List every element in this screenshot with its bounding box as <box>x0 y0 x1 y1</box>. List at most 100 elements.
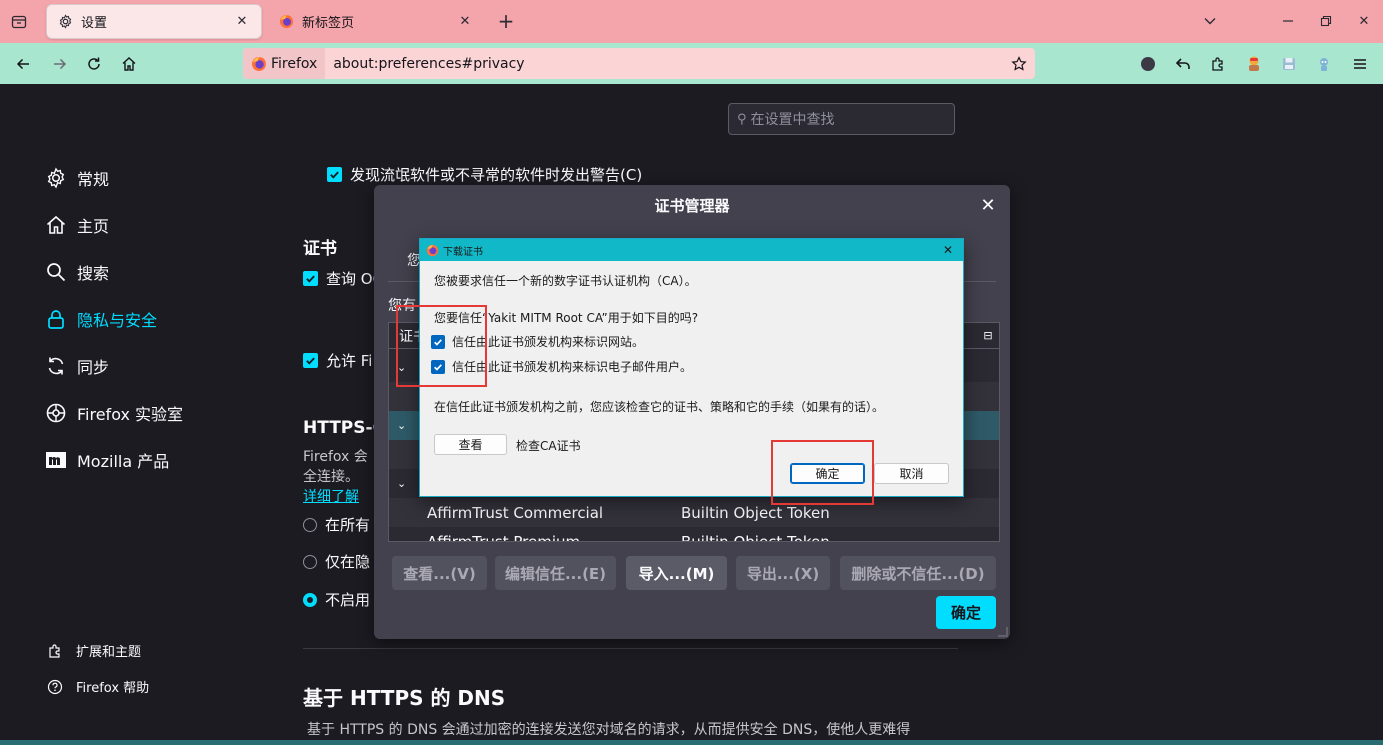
firefox-icon <box>252 56 266 71</box>
examine-ca-label: 检查CA证书 <box>516 439 581 453</box>
dns-over-https-heading: 基于 HTTPS 的 DNS <box>303 686 506 710</box>
close-button[interactable]: ✕ <box>939 241 957 259</box>
sidebar-footer-label: Firefox 帮助 <box>76 681 150 696</box>
tab-title: 新标签页 <box>302 16 355 31</box>
export-button[interactable]: 导出...(X) <box>736 556 830 590</box>
https-off-radio[interactable]: 不启用 <box>303 589 370 610</box>
firefox-icon <box>426 244 439 256</box>
https-description-line1: Firefox 会 <box>303 449 368 465</box>
warn-unwanted-software-checkbox[interactable]: 发现流氓软件或不寻常的软件时发出警告(C) <box>327 164 642 185</box>
minimize-icon <box>1283 20 1293 22</box>
checkmark-icon <box>327 167 342 182</box>
sidebar-item-mozilla[interactable]: Mozilla 产品 <box>45 447 169 473</box>
sidebar-item-label: Mozilla 产品 <box>77 452 170 471</box>
column-picker-icon[interactable]: ⊟ <box>981 328 995 342</box>
https-description-line2: 全连接。 <box>303 469 359 485</box>
forward-button[interactable] <box>46 50 74 78</box>
table-row[interactable]: AffirmTrust Commercial Builtin Object To… <box>389 498 999 527</box>
close-icon[interactable]: ✕ <box>233 13 251 31</box>
firefox-view-icon <box>11 15 27 29</box>
account-icon <box>1141 57 1155 71</box>
sidebar-item-privacy[interactable]: 隐私与安全 <box>45 306 157 332</box>
sidebar-item-label: 常规 <box>77 170 110 189</box>
table-row[interactable]: AffirmTrust Premium Builtin Object Token <box>389 527 999 542</box>
https-private-only-radio[interactable]: 仅在隐 <box>303 551 370 572</box>
reload-button[interactable] <box>80 50 108 78</box>
save-extension-button[interactable] <box>1275 50 1303 78</box>
query-ocsp-checkbox[interactable]: 查询 OC <box>303 268 383 289</box>
close-icon: ✕ <box>980 194 996 216</box>
checkbox-label: 允许 Fi <box>326 352 373 370</box>
chevron-down-icon[interactable]: ⌄ <box>397 477 411 490</box>
tab-settings[interactable]: 设置 ✕ <box>46 4 262 39</box>
undo-close-button[interactable] <box>1169 50 1197 78</box>
delete-distrust-button[interactable]: 删除或不信任...(D) <box>840 556 996 590</box>
tab-title: 设置 <box>81 16 108 31</box>
robot-extension-button[interactable] <box>1310 50 1338 78</box>
download-certificate-dialog: 下载证书 ✕ 您被要求信任一个新的数字证书认证机构（CA）。 您要信任“Yaki… <box>419 238 964 497</box>
sidebar-item-general[interactable]: 常规 <box>45 165 109 191</box>
dialog-title: 下载证书 <box>443 246 483 258</box>
cancel-button[interactable]: 取消 <box>874 463 949 484</box>
taskbar-edge <box>0 740 1383 745</box>
annotation-box-checkboxes <box>396 305 487 387</box>
security-device: Builtin Object Token <box>681 503 830 522</box>
identity-label: Firefox <box>271 55 318 72</box>
app-menu-button[interactable] <box>1346 50 1374 78</box>
tab-new-tab[interactable]: 新标签页 ✕ <box>268 4 484 39</box>
ok-button[interactable]: 确定 <box>936 596 996 629</box>
allow-firefox-checkbox[interactable]: 允许 Fi <box>303 350 372 371</box>
sidebar-footer-help[interactable]: Firefox 帮助 <box>47 677 149 696</box>
home-icon <box>122 57 136 71</box>
home-button[interactable] <box>115 50 143 78</box>
identity-box[interactable]: Firefox <box>243 48 326 79</box>
radio-label: 在所有 <box>325 516 371 534</box>
home-icon <box>45 214 67 236</box>
puzzle-icon <box>47 643 63 659</box>
close-icon[interactable]: ✕ <box>456 13 474 31</box>
new-tab-button[interactable]: + <box>494 8 518 34</box>
radio-indicator <box>303 554 317 569</box>
checkbox-label: 发现流氓软件或不寻常的软件时发出警告(C) <box>350 166 643 184</box>
floppy-disk-icon <box>1283 58 1295 70</box>
resize-grip[interactable] <box>998 627 1008 637</box>
sidebar-footer-addons[interactable]: 扩展和主题 <box>47 641 141 660</box>
reload-icon <box>88 57 100 70</box>
view-cert-button[interactable]: 查看...(V) <box>392 556 487 590</box>
sidebar-item-search[interactable]: 搜索 <box>45 259 109 285</box>
certificates-heading: 证书 <box>303 239 337 259</box>
minimize-button[interactable] <box>1273 8 1303 34</box>
extensions-button[interactable] <box>1204 50 1232 78</box>
back-arrow-icon <box>16 58 29 70</box>
lock-icon <box>45 308 67 330</box>
sidebar-item-home[interactable]: 主页 <box>45 212 109 238</box>
list-all-tabs-button[interactable] <box>1195 8 1225 34</box>
bookmark-star-button[interactable] <box>1005 50 1033 78</box>
import-button[interactable]: 导入...(M) <box>626 556 727 590</box>
security-device: Builtin Object Token <box>681 532 830 542</box>
back-button[interactable] <box>9 50 37 78</box>
url-bar[interactable]: Firefox about:preferences#privacy <box>243 48 1035 79</box>
profile-button[interactable] <box>1134 50 1162 78</box>
extension-mascot-button[interactable] <box>1240 50 1268 78</box>
window-close-button[interactable]: ✕ <box>1349 8 1379 34</box>
plus-icon: + <box>497 9 515 33</box>
section-divider <box>303 648 958 649</box>
url-input[interactable]: about:preferences#privacy <box>325 56 1005 72</box>
tab-strip: 设置 ✕ 新标签页 ✕ + ✕ <box>0 0 1383 43</box>
learn-more-link[interactable]: 详细了解 <box>303 486 359 506</box>
close-button[interactable]: ✕ <box>976 193 1000 217</box>
settings-search-input[interactable]: ⚲ 在设置中查找 <box>728 103 955 135</box>
sidebar-item-label: 隐私与安全 <box>77 311 158 330</box>
firefox-view-button[interactable] <box>6 10 32 34</box>
radio-label: 仅在隐 <box>325 553 371 571</box>
sidebar-item-labs[interactable]: Firefox 实验室 <box>45 400 183 426</box>
chevron-down-icon[interactable]: ⌄ <box>397 419 411 432</box>
cert-name: AffirmTrust Premium <box>427 532 581 542</box>
view-cert-button[interactable]: 查看 <box>434 434 507 455</box>
restore-button[interactable] <box>1311 8 1341 34</box>
hamburger-menu-icon <box>1354 59 1366 69</box>
sidebar-item-sync[interactable]: 同步 <box>45 353 109 379</box>
edit-trust-button[interactable]: 编辑信任...(E) <box>495 556 616 590</box>
https-all-windows-radio[interactable]: 在所有 <box>303 514 370 535</box>
